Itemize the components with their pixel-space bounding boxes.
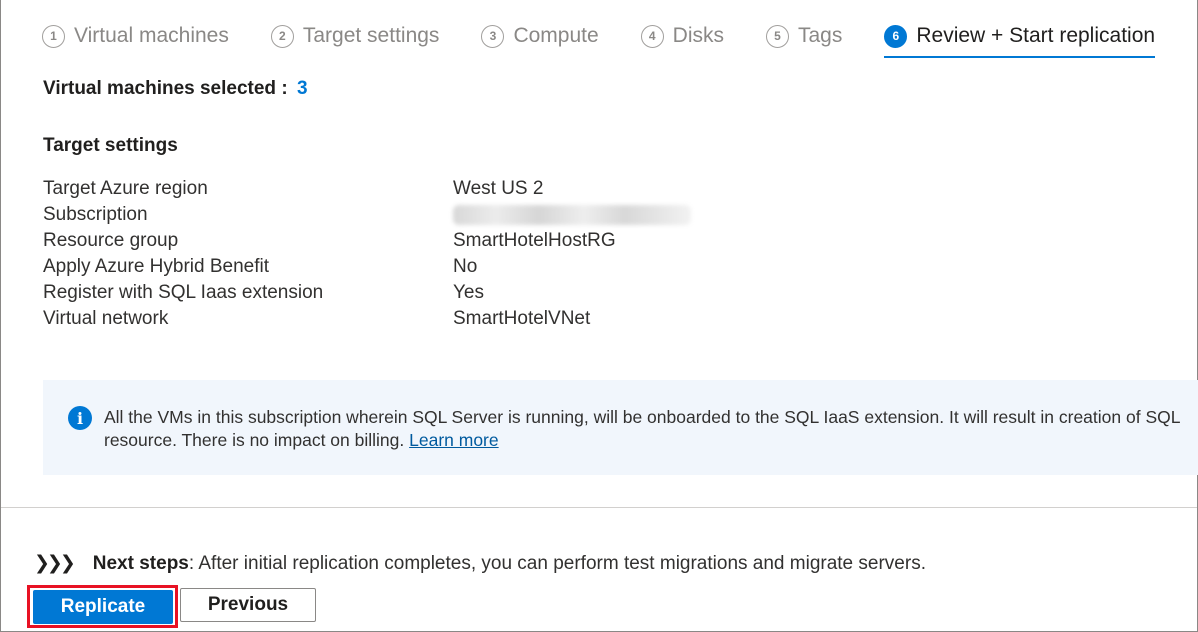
previous-button[interactable]: Previous	[180, 588, 316, 622]
vm-selected-count[interactable]: 3	[297, 78, 308, 99]
target-settings-title: Target settings	[43, 135, 178, 156]
tab-label: Review + Start replication	[916, 24, 1156, 47]
replicate-button[interactable]: Replicate	[33, 590, 173, 624]
setting-value: Yes	[453, 282, 484, 303]
tab-compute[interactable]: 3 Compute	[481, 14, 599, 58]
step-number-badge: 4	[640, 24, 664, 48]
info-icon: i	[68, 406, 92, 430]
info-banner: i All the VMs in this subscription where…	[43, 380, 1198, 475]
setting-key: Subscription	[43, 204, 148, 225]
setting-row-sql-iaas: Register with SQL Iaas extension Yes	[43, 280, 691, 306]
next-steps-label: Next steps	[92, 552, 189, 574]
tab-label: Compute	[513, 24, 599, 47]
tab-label: Disks	[672, 24, 724, 47]
tab-tags[interactable]: 5 Tags	[766, 14, 842, 58]
info-line-2-text: resource. There is no impact on billing.	[104, 430, 405, 450]
vm-selected-summary: Virtual machines selected : 3	[43, 78, 308, 100]
tab-label: Virtual machines	[74, 24, 229, 47]
setting-row-target-region: Target Azure region West US 2	[43, 176, 691, 202]
tab-disks[interactable]: 4 Disks	[640, 14, 724, 58]
step-number-badge: 2	[270, 24, 294, 48]
setting-key: Register with SQL Iaas extension	[43, 282, 324, 303]
tab-label: Target settings	[302, 24, 440, 47]
next-steps-text: Next steps: After initial replication co…	[93, 553, 926, 575]
setting-key: Virtual network	[43, 308, 169, 329]
tab-review-start-replication[interactable]: 6 Review + Start replication	[884, 14, 1155, 58]
step-number-badge: 3	[481, 24, 505, 48]
step-number-badge: 1	[42, 24, 65, 48]
info-line-2: resource. There is no impact on billing.…	[104, 429, 1198, 452]
redacted-subscription-value	[453, 205, 691, 225]
step-number-badge: 6	[884, 24, 908, 48]
learn-more-link[interactable]: Learn more	[409, 430, 499, 450]
wizard-tabs: 1 Virtual machines 2 Target settings 3 C…	[42, 14, 1197, 58]
next-steps-description: : After initial replication completes, y…	[188, 552, 926, 574]
setting-key: Target Azure region	[43, 178, 208, 199]
setting-value: West US 2	[453, 178, 544, 199]
info-line-1: All the VMs in this subscription wherein…	[104, 407, 1181, 427]
setting-value: SmartHotelHostRG	[453, 230, 616, 251]
tab-virtual-machines[interactable]: 1 Virtual machines	[42, 14, 229, 58]
footer-divider	[1, 507, 1197, 508]
chevrons-right-icon: ❯❯❯	[34, 553, 76, 574]
setting-row-virtual-network: Virtual network SmartHotelVNet	[43, 306, 691, 332]
setting-row-subscription: Subscription	[43, 202, 691, 228]
setting-key: Resource group	[43, 230, 179, 251]
step-number-badge: 5	[766, 24, 789, 48]
setting-value: No	[453, 256, 478, 277]
info-banner-text: All the VMs in this subscription wherein…	[104, 406, 1198, 452]
next-steps: ❯❯❯ Next steps: After initial replicatio…	[34, 552, 926, 575]
setting-row-resource-group: Resource group SmartHotelHostRG	[43, 228, 691, 254]
tab-label: Tags	[798, 24, 843, 47]
tab-target-settings[interactable]: 2 Target settings	[270, 14, 440, 58]
setting-value: SmartHotelVNet	[453, 308, 591, 329]
setting-row-hybrid-benefit: Apply Azure Hybrid Benefit No	[43, 254, 691, 280]
target-settings-list: Target Azure region West US 2 Subscripti…	[43, 176, 691, 332]
setting-key: Apply Azure Hybrid Benefit	[43, 256, 270, 277]
vm-selected-label: Virtual machines selected :	[43, 78, 288, 99]
